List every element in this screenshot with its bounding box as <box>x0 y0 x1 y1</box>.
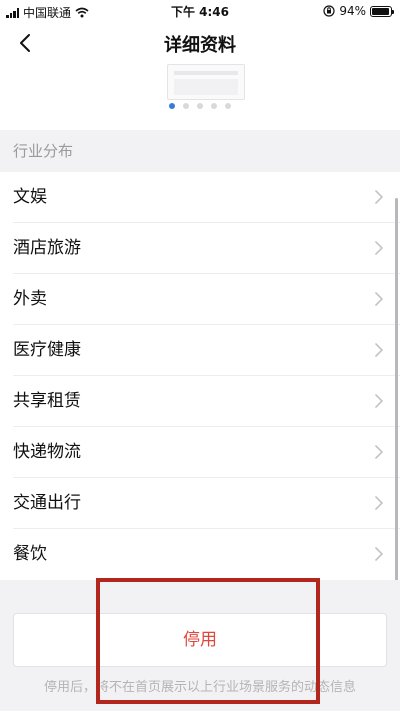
chevron-right-icon <box>375 292 383 306</box>
list-item-label: 交通出行 <box>13 493 81 513</box>
status-right: 94% <box>323 4 394 18</box>
list-item[interactable]: 交通出行 <box>0 478 400 529</box>
chevron-right-icon <box>375 547 383 561</box>
chevron-right-icon <box>375 496 383 510</box>
chevron-right-icon <box>375 343 383 357</box>
carousel-dot[interactable] <box>197 103 203 109</box>
carousel-dot[interactable] <box>183 103 189 109</box>
list-item[interactable]: 酒店旅游 <box>0 223 400 274</box>
industry-list: 文娱酒店旅游外卖医疗健康共享租赁快递物流交通出行餐饮 <box>0 172 400 580</box>
carousel-dot[interactable] <box>225 103 231 109</box>
page-title: 详细资料 <box>164 35 236 56</box>
disable-button[interactable]: 停用 <box>13 613 387 667</box>
list-item[interactable]: 餐饮 <box>0 529 400 580</box>
preview-carousel[interactable] <box>0 62 400 130</box>
orientation-lock-icon <box>323 5 335 17</box>
list-item[interactable]: 文娱 <box>0 172 400 223</box>
carousel-dots <box>0 103 400 109</box>
battery-percent: 94% <box>339 4 366 18</box>
list-item-label: 文娱 <box>13 187 47 207</box>
disable-note: 停用后，将不在首页展示以上行业场景服务的动态信息 <box>43 680 356 695</box>
preview-thumbnail <box>167 64 245 100</box>
section-header: 行业分布 <box>0 130 400 172</box>
chevron-right-icon <box>375 394 383 408</box>
chevron-right-icon <box>375 241 383 255</box>
nav-bar: 详细资料 <box>0 22 400 62</box>
list-item-label: 医疗健康 <box>13 340 81 360</box>
chevron-right-icon <box>375 445 383 459</box>
list-item-label: 快递物流 <box>13 442 81 462</box>
list-item-label: 共享租赁 <box>13 391 81 411</box>
carousel-dot[interactable] <box>211 103 217 109</box>
list-item-label: 酒店旅游 <box>13 238 81 258</box>
battery-icon <box>370 5 394 17</box>
list-item[interactable]: 医疗健康 <box>0 325 400 376</box>
list-item-label: 外卖 <box>13 289 47 309</box>
carousel-dot[interactable] <box>169 103 175 109</box>
scrollbar[interactable] <box>395 198 398 583</box>
list-item[interactable]: 共享租赁 <box>0 376 400 427</box>
battery-level <box>372 7 389 15</box>
list-item[interactable]: 外卖 <box>0 274 400 325</box>
list-item[interactable]: 快递物流 <box>0 427 400 478</box>
list-item-label: 餐饮 <box>13 544 47 564</box>
chevron-right-icon <box>375 190 383 204</box>
status-bar: 中国联通 下午 4:46 94% <box>0 0 400 22</box>
